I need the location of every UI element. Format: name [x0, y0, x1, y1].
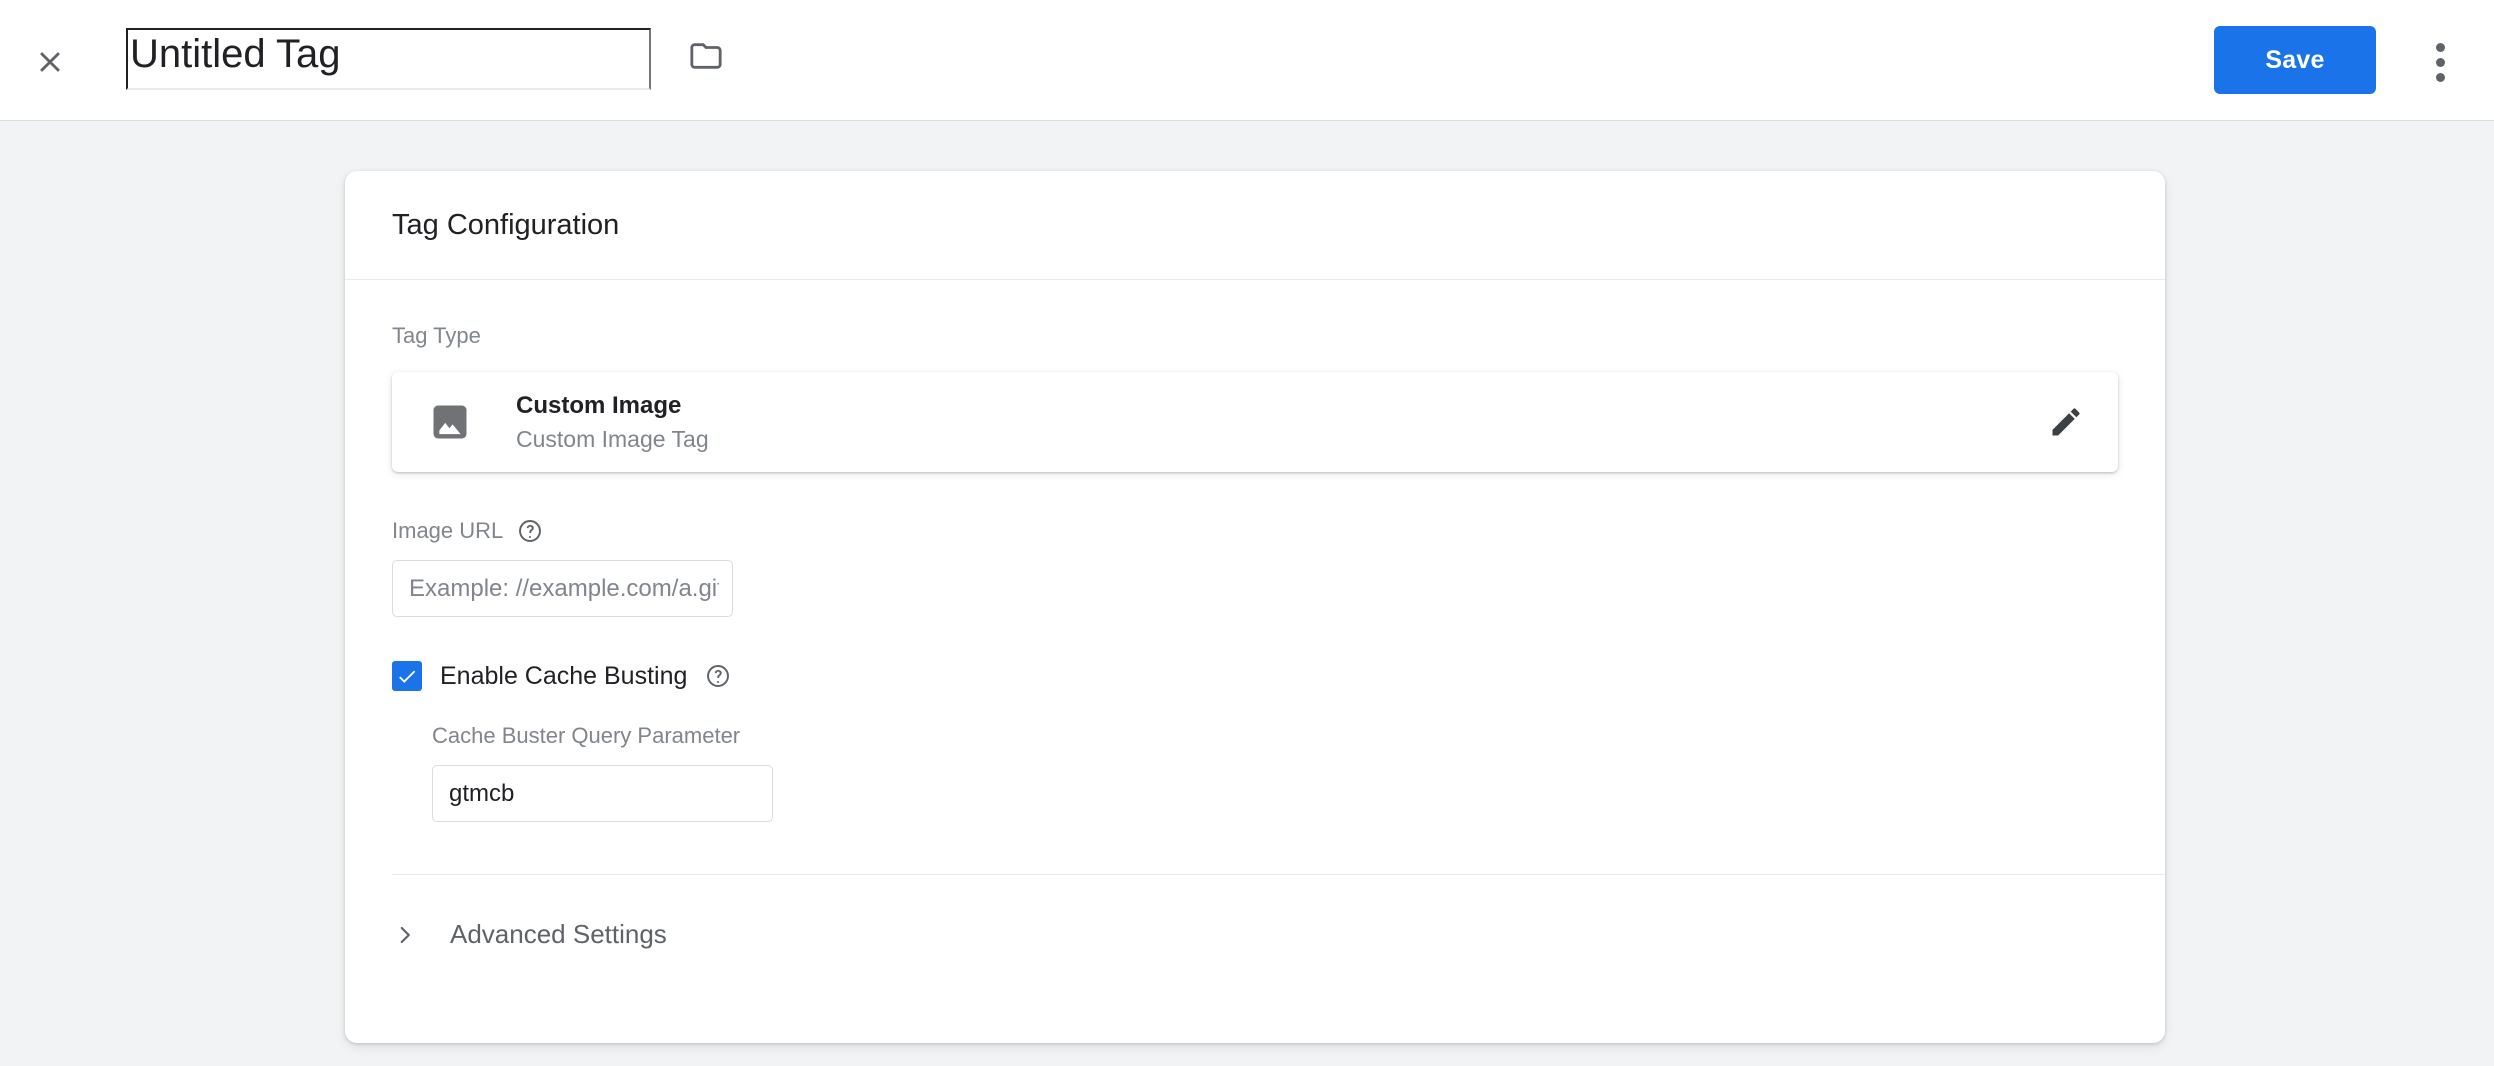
tag-title-group — [126, 28, 723, 90]
more-vert-icon — [2435, 42, 2445, 52]
folder-button[interactable] — [689, 39, 723, 73]
advanced-settings-toggle[interactable]: Advanced Settings — [392, 919, 2118, 950]
top-app-bar: Save — [0, 0, 2494, 121]
cache-buster-param-block: Cache Buster Query Parameter — [432, 723, 2118, 822]
folder-icon — [690, 43, 722, 69]
close-button[interactable] — [32, 44, 68, 80]
tag-type-name: Custom Image — [516, 391, 682, 419]
edit-tag-type-button[interactable] — [2044, 400, 2088, 444]
image-url-input[interactable] — [393, 561, 732, 616]
card-title: Tag Configuration — [392, 208, 620, 241]
chevron-right-icon — [400, 926, 410, 943]
image-url-field[interactable] — [392, 560, 733, 617]
more-vert-icon-dot — [2435, 72, 2445, 82]
section-divider — [392, 874, 2165, 875]
close-icon — [40, 52, 60, 72]
tag-configuration-card: Tag Configuration Tag Type Custom Image … — [345, 171, 2165, 1043]
enable-cache-busting-label: Enable Cache Busting — [440, 661, 688, 690]
pencil-icon — [2052, 408, 2080, 436]
tag-type-label: Tag Type — [392, 323, 481, 348]
more-vert-icon-dot — [2435, 57, 2445, 67]
advanced-settings-label: Advanced Settings — [450, 919, 667, 949]
cache-buster-param-input[interactable] — [433, 766, 772, 821]
cache-buster-param-field[interactable] — [432, 765, 773, 822]
tag-name-input[interactable] — [126, 28, 651, 90]
tag-type-text: Custom Image Custom Image Tag — [516, 391, 2044, 454]
enable-cache-busting-row[interactable]: Enable Cache Busting — [392, 661, 2118, 691]
check-icon — [399, 670, 416, 683]
image-icon — [433, 405, 467, 439]
help-circle-icon[interactable] — [517, 518, 543, 544]
more-options-button[interactable] — [2418, 40, 2462, 84]
save-button[interactable]: Save — [2214, 26, 2376, 94]
card-header: Tag Configuration — [345, 171, 2165, 280]
image-url-label-row: Image URL — [392, 518, 2118, 544]
image-url-label: Image URL — [392, 518, 504, 543]
help-circle-icon[interactable] — [705, 663, 731, 689]
tag-type-description: Custom Image Tag — [516, 425, 709, 452]
enable-cache-busting-checkbox[interactable] — [392, 661, 422, 691]
tag-type-selector[interactable]: Custom Image Custom Image Tag — [392, 372, 2118, 472]
card-body: Tag Type Custom Image Custom Image Tag I… — [345, 323, 2165, 950]
cache-buster-param-label: Cache Buster Query Parameter — [432, 723, 741, 748]
